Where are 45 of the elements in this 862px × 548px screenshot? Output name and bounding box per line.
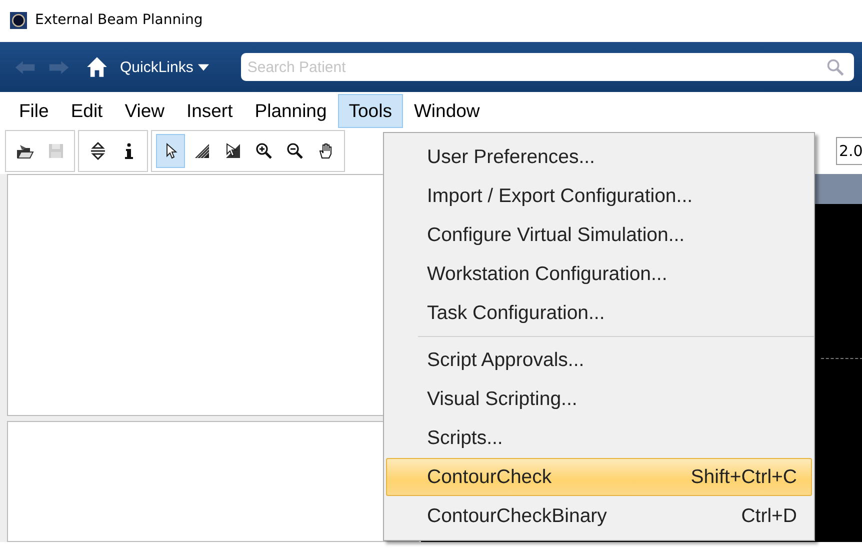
menu-option[interactable]: Visual Scripting...: [386, 380, 812, 418]
app-logo-icon: [10, 12, 27, 28]
hand-icon: [316, 142, 334, 160]
zoomin-icon: [254, 142, 272, 160]
option-label: ContourCheck: [427, 466, 552, 488]
option-label: Configure Virtual Simulation...: [427, 224, 685, 246]
search-field[interactable]: Search Patient: [241, 53, 854, 81]
window-title: External Beam Planning: [35, 12, 203, 28]
menu-option[interactable]: Workstation Configuration...: [386, 255, 812, 293]
quicklinks-button[interactable]: QuickLinks: [120, 58, 210, 76]
option-label: User Preferences...: [427, 146, 595, 168]
menu-item[interactable]: Planning: [244, 94, 338, 128]
menu-option[interactable]: Script Approvals...: [386, 341, 812, 379]
caret-icon: [198, 64, 210, 70]
option-label: Scripts...: [427, 426, 503, 450]
menu-option[interactable]: ContourCheck Shift+Ctrl+C: [386, 458, 812, 496]
shortcut-text: Ctrl+D: [741, 504, 797, 528]
option-label: Import / Export Configuration...: [427, 184, 693, 208]
menu-item[interactable]: Edit: [60, 94, 114, 128]
option-label: Workstation Configuration...: [427, 262, 668, 286]
option-label: ContourCheckBinary: [427, 504, 607, 528]
menu-option[interactable]: User Preferences...: [386, 138, 812, 176]
dashed-line: [821, 358, 862, 359]
menu-item[interactable]: Tools: [338, 94, 403, 128]
menu-item[interactable]: Window: [402, 94, 491, 128]
option-label: Task Configuration...: [427, 302, 605, 324]
menu-option[interactable]: Import / Export Configuration...: [386, 177, 812, 215]
menu-option[interactable]: Scripts...: [386, 419, 812, 457]
hatch-icon: [192, 142, 210, 160]
option-label: Visual Scripting...: [427, 388, 578, 410]
tool-button[interactable]: [156, 134, 185, 168]
option-label: Script Approvals...: [427, 348, 584, 372]
menu-option[interactable]: Task Configuration...: [386, 294, 812, 332]
zoomout-icon: [286, 142, 304, 160]
menu-option[interactable]: Configure Virtual Simulation...: [386, 216, 812, 254]
shortcut-text: Shift+Ctrl+C: [690, 466, 797, 488]
zoom-field[interactable]: 2.0: [836, 137, 862, 165]
menu-item[interactable]: File: [8, 94, 60, 128]
pointerhatch-icon: [224, 142, 242, 160]
menu-option[interactable]: ContourCheckBinary Ctrl+D: [386, 497, 812, 535]
menu-item[interactable]: View: [114, 94, 176, 128]
home-icon[interactable]: [86, 56, 108, 78]
folder-icon: [16, 142, 34, 160]
move-icon: [88, 142, 106, 160]
menu-item[interactable]: Insert: [175, 94, 244, 128]
